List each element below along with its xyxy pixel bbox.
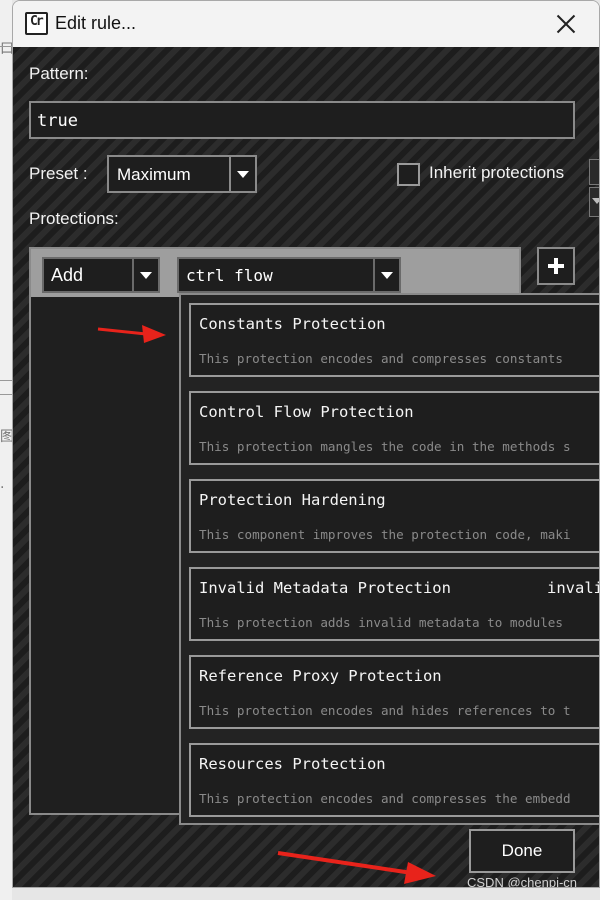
protection-search-value: ctrl flow [186, 266, 273, 285]
chevron-down-icon [237, 171, 249, 178]
protections-toolbar: Add ctrl flow [31, 249, 519, 297]
watermark: CSDN @chenpi-cn [467, 875, 578, 888]
action-value: Add [51, 265, 84, 285]
preset-dropdown-toggle[interactable] [229, 157, 255, 191]
edit-rule-dialog: Cr Edit rule... Pattern: true Preset : M… [12, 0, 600, 888]
background-line [0, 380, 12, 381]
background-line [0, 394, 12, 395]
protection-list-item[interactable]: Reference Proxy Protection This protectio… [189, 655, 599, 729]
protection-name: Resources Protection [199, 755, 386, 773]
chevron-down-icon [381, 272, 393, 279]
protection-description: This protection mangles the code in the … [199, 439, 571, 454]
protection-id: invali [547, 579, 600, 597]
protection-name: Control Flow Protection [199, 403, 414, 421]
preset-dropdown[interactable]: Maximum [107, 155, 257, 193]
protection-description: This protection encodes and compresses t… [199, 791, 571, 806]
action-dropdown-toggle[interactable] [132, 259, 158, 291]
title-bar: Cr Edit rule... [13, 1, 599, 47]
pattern-input[interactable]: true [29, 101, 575, 139]
protection-name: Invalid Metadata Protection [199, 579, 451, 597]
protection-list-item[interactable]: Constants Protection This protection enco… [189, 303, 599, 377]
background-glyph: . [0, 476, 5, 492]
edge-control [589, 159, 599, 185]
protection-name: Constants Protection [199, 315, 386, 333]
preset-label: Preset : [29, 164, 88, 183]
chevron-down-icon [592, 198, 599, 204]
inherit-protections-checkbox[interactable] [397, 163, 420, 186]
protection-list-item[interactable]: Protection Hardening This component impro… [189, 479, 599, 553]
background-line [0, 46, 12, 47]
inherit-protections-label: Inherit protections [429, 163, 565, 182]
protection-list-item[interactable]: Invalid Metadata Protection invali This pr… [189, 567, 600, 641]
edge-control [589, 187, 599, 217]
protection-description: This protection adds invalid metadata to… [199, 615, 563, 630]
action-dropdown[interactable]: Add [42, 257, 160, 293]
close-button[interactable] [551, 9, 581, 39]
protection-search-combo[interactable]: ctrl flow [177, 257, 401, 293]
protection-dropdown-list: Constants Protection This protection enco… [179, 293, 600, 825]
protection-description: This component improves the protection c… [199, 527, 571, 542]
protection-list-item[interactable]: Control Flow Protection This protection m… [189, 391, 599, 465]
dialog-body: Pattern: true Preset : Maximum Inherit p… [13, 47, 600, 888]
protection-description: This protection encodes and hides refere… [199, 703, 571, 718]
protection-description: This protection encodes and compresses c… [199, 351, 563, 366]
done-button[interactable]: Done [469, 829, 575, 873]
app-icon: Cr [25, 12, 48, 35]
window-title: Edit rule... [55, 13, 137, 33]
protections-label: Protections: [29, 209, 119, 228]
protection-dropdown-toggle[interactable] [373, 259, 399, 291]
background-app-edge: 口 图 . [0, 0, 14, 900]
protection-name: Protection Hardening [199, 491, 386, 509]
protection-name: Reference Proxy Protection [199, 667, 442, 685]
add-protection-button[interactable] [537, 247, 575, 285]
chevron-down-icon [140, 272, 152, 279]
preset-value: Maximum [117, 165, 191, 184]
pattern-label: Pattern: [29, 64, 89, 83]
protection-list-item[interactable]: Resources Protection This protection enco… [189, 743, 599, 817]
